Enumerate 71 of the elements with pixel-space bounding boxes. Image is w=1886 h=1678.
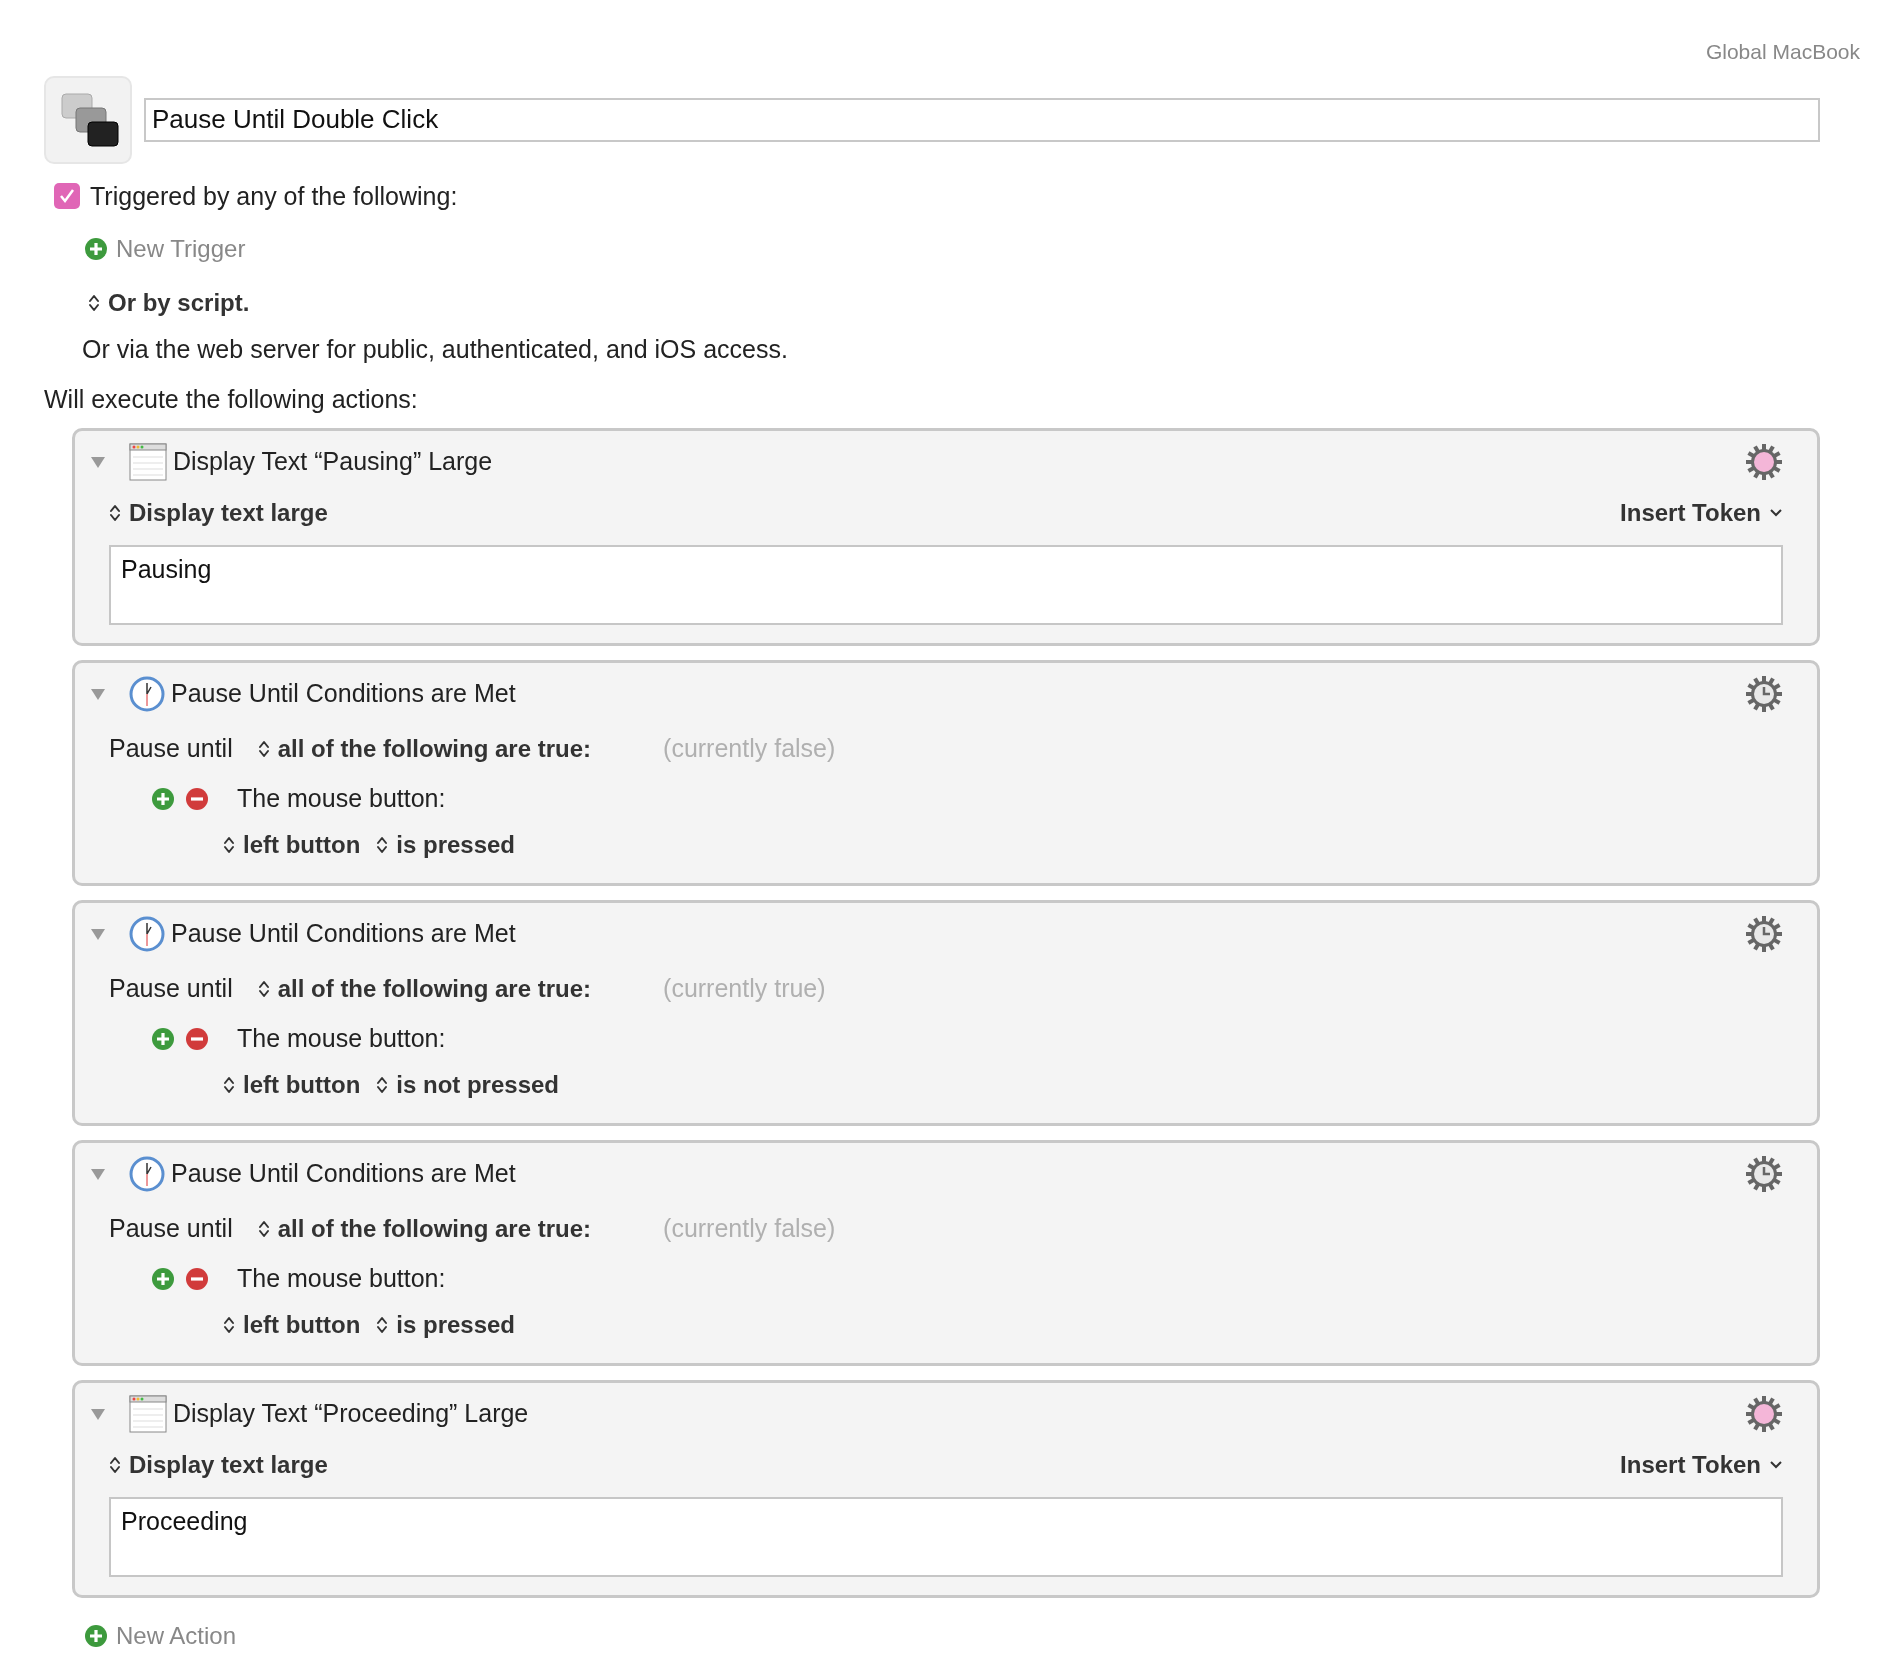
insert-token-menu[interactable]: Insert Token bbox=[1620, 495, 1783, 531]
stepper-icon bbox=[223, 835, 235, 855]
add-icon[interactable] bbox=[151, 1027, 175, 1051]
gear-icon[interactable] bbox=[1745, 1395, 1783, 1433]
stepper-icon bbox=[109, 503, 121, 523]
macro-icon[interactable] bbox=[44, 75, 132, 164]
clock-icon bbox=[129, 916, 165, 952]
window-icon bbox=[129, 1395, 167, 1433]
state-popup[interactable]: is not pressed bbox=[376, 1067, 559, 1103]
button-popup[interactable]: left button bbox=[223, 1067, 361, 1103]
pause-label: Pause until bbox=[109, 973, 233, 1005]
remove-icon[interactable] bbox=[185, 787, 209, 811]
trigger-label: Triggered by any of the following: bbox=[90, 180, 458, 212]
clock-icon bbox=[129, 676, 165, 712]
actions-heading: Will execute the following actions: bbox=[44, 383, 419, 415]
new-trigger-button[interactable]: New Trigger bbox=[84, 231, 246, 267]
chevron-down-icon bbox=[1769, 1460, 1783, 1470]
status-text: (currently true) bbox=[663, 973, 826, 1005]
pause-label: Pause until bbox=[109, 1213, 233, 1245]
new-action-button[interactable]: New Action bbox=[84, 1618, 237, 1654]
add-icon[interactable] bbox=[84, 1624, 108, 1648]
stepper-icon bbox=[223, 1315, 235, 1335]
action-title: Pause Until Conditions are Met bbox=[171, 1158, 516, 1190]
pause-label: Pause until bbox=[109, 733, 233, 765]
window-icon bbox=[129, 443, 167, 481]
web-server-note: Or via the web server for public, authenticated, and iOS access. bbox=[82, 334, 789, 365]
gear-clock-icon[interactable] bbox=[1745, 915, 1783, 953]
action-title: Display Text “Proceeding” Large bbox=[173, 1398, 529, 1430]
add-icon[interactable] bbox=[151, 787, 175, 811]
gear-clock-icon[interactable] bbox=[1745, 1155, 1783, 1193]
stepper-icon bbox=[109, 1455, 121, 1475]
macro-name-field[interactable]: Pause Until Double Click bbox=[144, 97, 1820, 142]
gear-icon[interactable] bbox=[1745, 443, 1783, 481]
stepper-icon bbox=[376, 835, 389, 855]
button-popup[interactable]: left button bbox=[223, 1307, 361, 1343]
condition-label: The mouse button: bbox=[237, 783, 446, 815]
action-title: Pause Until Conditions are Met bbox=[171, 918, 516, 950]
mode-popup[interactable]: all of the following are true: bbox=[257, 1211, 592, 1247]
mode-popup[interactable]: Display text large bbox=[109, 1447, 328, 1483]
script-popup[interactable]: Or by script. bbox=[88, 285, 250, 321]
clock-icon bbox=[129, 1156, 165, 1192]
scope-label: Global MacBook bbox=[1705, 39, 1860, 65]
add-icon[interactable] bbox=[84, 237, 108, 261]
condition-label: The mouse button: bbox=[237, 1263, 446, 1295]
mode-popup[interactable]: Display text large bbox=[109, 495, 328, 531]
state-popup[interactable]: is pressed bbox=[376, 1307, 516, 1343]
stepper-icon bbox=[376, 1315, 389, 1335]
stepper-icon bbox=[88, 293, 100, 313]
stepper-icon bbox=[376, 1075, 389, 1095]
button-popup[interactable]: left button bbox=[223, 827, 361, 863]
remove-icon[interactable] bbox=[185, 1267, 209, 1291]
remove-icon[interactable] bbox=[185, 1027, 209, 1051]
stepper-icon bbox=[257, 739, 270, 759]
stepper-icon bbox=[257, 979, 270, 999]
mode-popup[interactable]: all of the following are true: bbox=[257, 971, 592, 1007]
gear-clock-icon[interactable] bbox=[1745, 675, 1783, 713]
insert-token-menu[interactable]: Insert Token bbox=[1620, 1447, 1783, 1483]
status-text: (currently false) bbox=[663, 1213, 836, 1245]
text-area[interactable]: Proceeding bbox=[109, 1497, 1783, 1577]
condition-label: The mouse button: bbox=[237, 1023, 446, 1055]
stepper-icon bbox=[257, 1219, 270, 1239]
text-area[interactable]: Pausing bbox=[109, 545, 1783, 625]
state-popup[interactable]: is pressed bbox=[376, 827, 516, 863]
mode-popup[interactable]: all of the following are true: bbox=[257, 731, 592, 767]
stepper-icon bbox=[223, 1075, 235, 1095]
chevron-down-icon bbox=[1769, 508, 1783, 518]
trigger-checkbox[interactable] bbox=[54, 183, 80, 210]
status-text: (currently false) bbox=[663, 733, 836, 765]
action-title: Pause Until Conditions are Met bbox=[171, 678, 516, 710]
action-title: Display Text “Pausing” Large bbox=[173, 446, 493, 478]
add-icon[interactable] bbox=[151, 1267, 175, 1291]
